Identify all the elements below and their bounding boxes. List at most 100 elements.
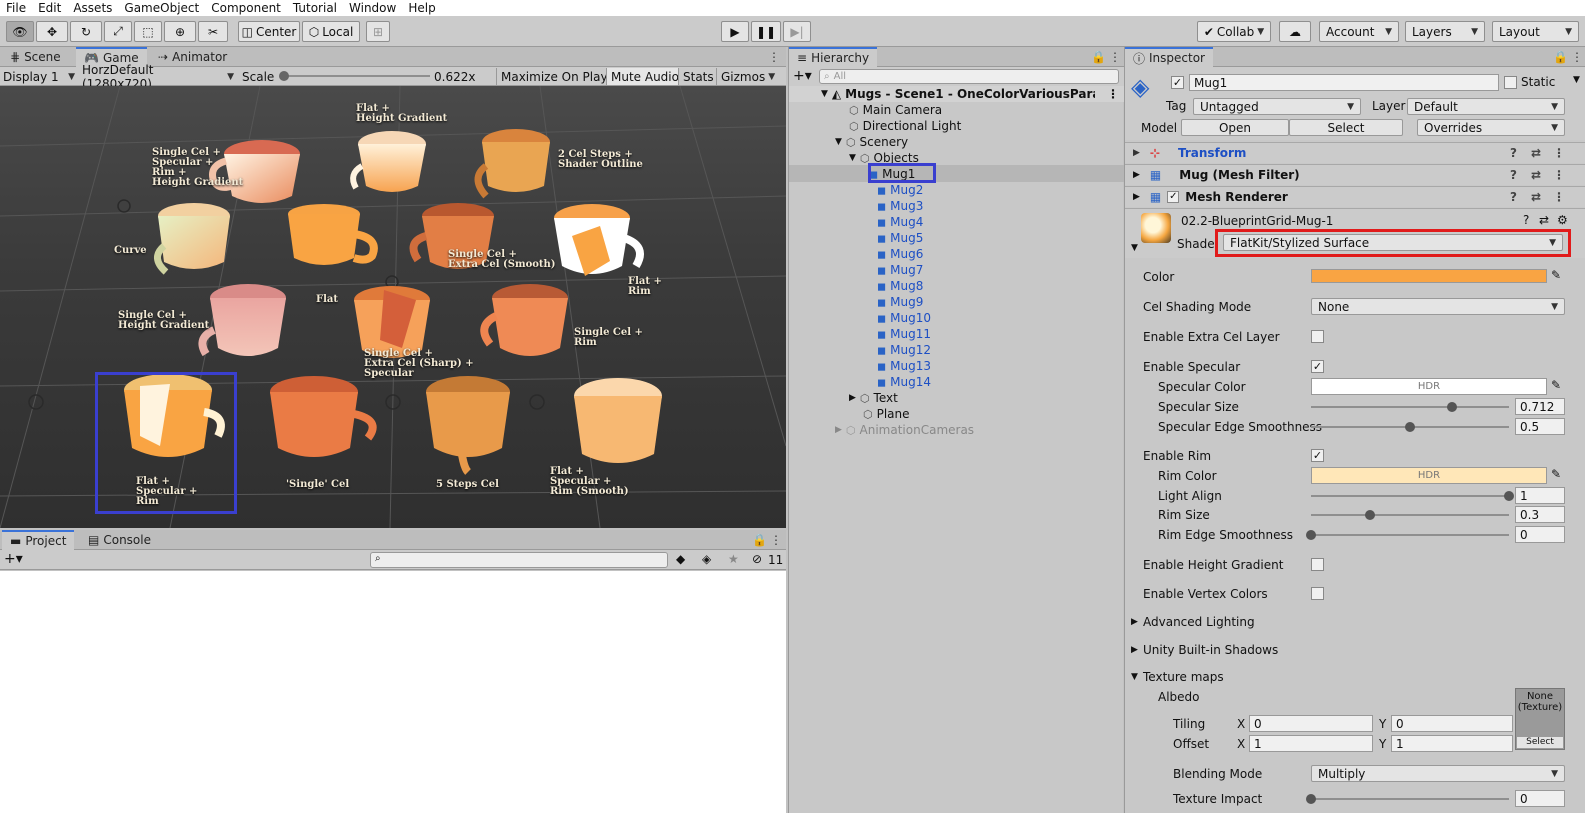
- light-align-knob[interactable]: [1504, 491, 1514, 501]
- menu-component[interactable]: Component: [205, 1, 287, 15]
- account-dropdown[interactable]: Account ▼: [1319, 21, 1399, 42]
- lock-icon[interactable]: 🔒: [1091, 50, 1106, 64]
- cloud-button[interactable]: ☁: [1279, 21, 1311, 42]
- enabled-checkbox[interactable]: ✓: [1167, 191, 1180, 203]
- chevron-down-icon[interactable]: ▼: [1131, 243, 1138, 253]
- snap-button[interactable]: ⊞: [366, 21, 390, 42]
- vertex-colors-checkbox[interactable]: [1311, 587, 1324, 600]
- eyedropper-icon[interactable]: ✎: [1551, 268, 1561, 282]
- scale-slider-knob[interactable]: [279, 71, 289, 81]
- specular-edge-field[interactable]: 0.5: [1515, 418, 1565, 435]
- hierarchy-item[interactable]: ◼ Mug14: [877, 374, 931, 390]
- specular-size-knob[interactable]: [1446, 402, 1457, 412]
- help-icon[interactable]: ?: [1510, 190, 1517, 204]
- tab-console[interactable]: ▤ Console: [80, 530, 159, 550]
- enable-specular-checkbox[interactable]: ✓: [1311, 360, 1324, 373]
- transform-component-header[interactable]: ▶ ⊹ Transform? ⇄ ⋮: [1125, 142, 1585, 163]
- preset-icon[interactable]: ⇄: [1539, 213, 1549, 227]
- view-tool-button[interactable]: 👁: [6, 21, 34, 42]
- project-content[interactable]: [0, 571, 786, 813]
- hierarchy-item[interactable]: ◼ Mug10: [877, 310, 931, 326]
- kebab-menu-icon[interactable]: ⋮: [768, 50, 780, 64]
- menu-edit[interactable]: Edit: [32, 1, 67, 15]
- rim-color-swatch[interactable]: HDR: [1311, 467, 1547, 484]
- menu-help[interactable]: Help: [402, 1, 441, 15]
- light-align-slider[interactable]: [1311, 495, 1509, 497]
- hierarchy-item[interactable]: ◼ Mug13: [877, 358, 931, 374]
- custom-tool-button[interactable]: ✂: [198, 21, 228, 42]
- hierarchy-search-input[interactable]: ⌕ All: [819, 69, 1119, 84]
- hierarchy-item[interactable]: ◼ Mug7: [877, 262, 923, 278]
- light-align-field[interactable]: 1: [1515, 487, 1565, 504]
- preset-icon[interactable]: ⇄: [1531, 168, 1541, 182]
- hierarchy-item[interactable]: ◼ Mug8: [877, 278, 923, 294]
- specular-color-swatch[interactable]: HDR: [1311, 378, 1547, 395]
- menu-gameobject[interactable]: GameObject: [118, 1, 205, 15]
- filter-type-icon[interactable]: ◆: [676, 552, 685, 566]
- play-button[interactable]: ▶: [721, 21, 749, 42]
- rect-tool-button[interactable]: ⬚: [134, 21, 162, 42]
- advanced-lighting-foldout[interactable]: ▶ Advanced Lighting: [1125, 612, 1585, 632]
- tab-hierarchy[interactable]: ≡ Hierarchy: [789, 47, 878, 67]
- kebab-menu-icon[interactable]: ⋮: [1109, 50, 1121, 64]
- hierarchy-item[interactable]: ◼ Mug3: [877, 198, 923, 214]
- help-icon[interactable]: ?: [1510, 146, 1517, 160]
- offset-x-field[interactable]: 1: [1249, 735, 1373, 752]
- tiling-y-field[interactable]: 0: [1391, 715, 1513, 732]
- pause-button[interactable]: ❚❚: [751, 21, 781, 42]
- scale-tool-button[interactable]: ⤢: [104, 21, 132, 42]
- meshfilter-component-header[interactable]: ▶ ▦ Mug (Mesh Filter)? ⇄ ⋮: [1125, 164, 1585, 185]
- menu-tutorial[interactable]: Tutorial: [287, 1, 343, 15]
- label-icon[interactable]: ◈: [702, 552, 711, 566]
- kebab-menu-icon[interactable]: ⋮: [770, 533, 782, 547]
- rotate-tool-button[interactable]: ↻: [70, 21, 102, 42]
- active-checkbox[interactable]: ✓: [1171, 76, 1184, 89]
- add-icon[interactable]: +▾: [4, 551, 23, 567]
- blending-mode-dropdown[interactable]: Multiply ▼: [1311, 765, 1565, 782]
- kebab-menu-icon[interactable]: ⋮: [1571, 50, 1583, 64]
- lock-icon[interactable]: 🔒: [1553, 50, 1568, 64]
- overrides-dropdown[interactable]: Overrides ▼: [1417, 119, 1565, 136]
- transform-tool-button[interactable]: ⊕: [164, 21, 196, 42]
- menu-assets[interactable]: Assets: [67, 1, 118, 15]
- specular-size-slider[interactable]: [1311, 406, 1509, 408]
- rim-edge-slider[interactable]: [1311, 534, 1509, 536]
- step-button[interactable]: ▶|: [783, 21, 811, 42]
- add-icon[interactable]: +▾: [793, 68, 812, 84]
- move-tool-button[interactable]: ✥: [36, 21, 68, 42]
- static-checkbox[interactable]: [1504, 76, 1517, 89]
- layers-dropdown[interactable]: Layers ▼: [1405, 21, 1485, 42]
- pivot-local-button[interactable]: ⬡ Local: [302, 21, 360, 42]
- resolution-dropdown[interactable]: HorzDefault (1280x720) ▼: [82, 63, 234, 91]
- hierarchy-item[interactable]: ◼ Mug4: [877, 214, 923, 230]
- lock-icon[interactable]: 🔒: [752, 533, 767, 547]
- help-icon[interactable]: ?: [1510, 168, 1517, 182]
- rim-size-field[interactable]: 0.3: [1515, 506, 1565, 523]
- hierarchy-item[interactable]: ⬡ Plane: [863, 406, 910, 422]
- object-name-field[interactable]: Mug1: [1189, 74, 1499, 91]
- kebab-menu-icon[interactable]: ⋮: [1553, 146, 1565, 160]
- builtin-shadows-foldout[interactable]: ▶ Unity Built-in Shadows: [1125, 640, 1585, 660]
- scale-slider[interactable]: [284, 75, 430, 77]
- hierarchy-item[interactable]: ◼ Mug11: [877, 326, 931, 342]
- hidden-packages-icon[interactable]: ⊘: [752, 552, 762, 566]
- hierarchy-item[interactable]: ▼ ⬡ Scenery: [835, 134, 908, 150]
- maximize-on-play-toggle[interactable]: Maximize On Play: [496, 68, 608, 85]
- hierarchy-item[interactable]: ▶ ⬡ AnimationCameras: [835, 422, 974, 438]
- scene-row[interactable]: ▼ ◭ Mugs - Scene1 - OneColorVariousParam…: [789, 86, 1124, 102]
- kebab-menu-icon[interactable]: ⋮: [1553, 168, 1565, 182]
- rim-edge-field[interactable]: 0: [1515, 526, 1565, 543]
- project-search-input[interactable]: ⌕: [370, 552, 668, 568]
- height-gradient-checkbox[interactable]: [1311, 558, 1324, 571]
- rim-size-knob[interactable]: [1365, 510, 1376, 520]
- hierarchy-item[interactable]: ◼ Mug6: [877, 246, 923, 262]
- eyedropper-icon[interactable]: ✎: [1551, 378, 1561, 392]
- tab-scene[interactable]: ⋕ Scene: [2, 47, 69, 67]
- mute-audio-toggle[interactable]: Mute Audio: [606, 68, 679, 85]
- gizmos-dropdown[interactable]: Gizmos ▼: [716, 68, 775, 85]
- help-icon[interactable]: ?: [1523, 213, 1529, 227]
- menu-file[interactable]: File: [0, 1, 32, 15]
- select-button[interactable]: Select: [1289, 119, 1403, 136]
- display-dropdown[interactable]: Display 1 ▼: [3, 68, 75, 85]
- extra-cel-checkbox[interactable]: [1311, 330, 1324, 343]
